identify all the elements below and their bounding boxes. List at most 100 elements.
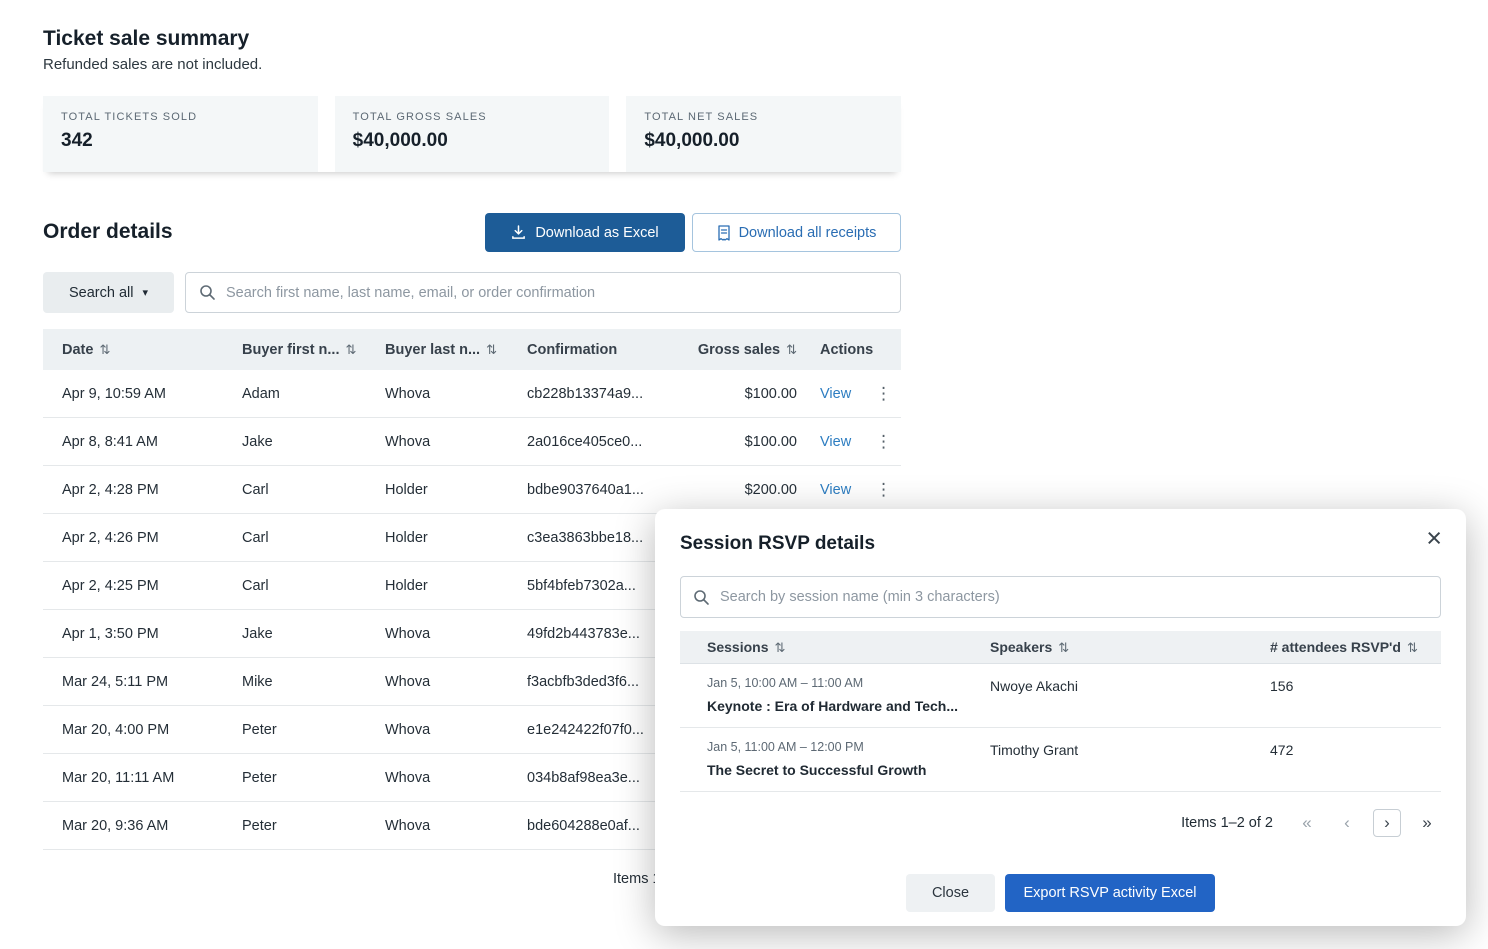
confirmation-code: 5bf4bfeb7302a...	[508, 578, 677, 594]
order-date: Apr 2, 4:25 PM	[43, 578, 223, 594]
order-date: Apr 2, 4:26 PM	[43, 530, 223, 546]
column-header-buyer-last: Buyer last n...⇅	[366, 342, 508, 358]
confirmation-code: f3acbfb3ded3f6...	[508, 674, 677, 690]
sessions-table: Sessions⇅ Speakers⇅ # attendees RSVP'd⇅ …	[680, 631, 1441, 792]
view-link[interactable]: View	[820, 434, 851, 450]
card-label: TOTAL NET SALES	[644, 111, 883, 123]
view-link[interactable]: View	[820, 482, 851, 498]
sort-icon[interactable]: ⇅	[1058, 640, 1069, 655]
buyer-first-name: Peter	[223, 770, 366, 786]
download-receipts-label: Download all receipts	[739, 225, 877, 241]
sort-icon[interactable]: ⇅	[774, 640, 785, 655]
table-row: Apr 2, 4:28 PM Carl Holder bdbe9037640a1…	[43, 466, 901, 514]
kebab-menu-icon[interactable]: ⋮	[875, 432, 892, 452]
order-date: Apr 9, 10:59 AM	[43, 386, 223, 402]
buyer-last-name: Holder	[366, 578, 508, 594]
column-header-speakers: Speakers⇅	[963, 639, 1241, 656]
buyer-first-name: Carl	[223, 578, 366, 594]
confirmation-code: 2a016ce405ce0...	[508, 434, 677, 450]
column-header-sessions: Sessions⇅	[680, 639, 963, 656]
buyer-first-name: Jake	[223, 434, 366, 450]
receipt-icon	[717, 225, 731, 241]
gross-sales-value: $200.00	[677, 482, 805, 498]
sessions-table-header: Sessions⇅ Speakers⇅ # attendees RSVP'd⇅	[680, 631, 1441, 664]
download-icon	[511, 225, 526, 240]
view-link[interactable]: View	[820, 386, 851, 402]
session-row: Jan 5, 10:00 AM – 11:00 AM Keynote : Era…	[680, 664, 1441, 728]
buyer-last-name: Holder	[366, 530, 508, 546]
kebab-menu-icon[interactable]: ⋮	[875, 384, 892, 404]
buyer-first-name: Jake	[223, 626, 366, 642]
export-rsvp-button[interactable]: Export RSVP activity Excel	[1005, 874, 1215, 912]
search-icon	[693, 589, 710, 606]
session-speaker: Nwoye Akachi	[963, 676, 1241, 714]
previous-page-icon[interactable]: ‹	[1333, 809, 1361, 837]
page-title: Ticket sale summary	[43, 27, 249, 51]
session-attendees: 156	[1241, 676, 1440, 714]
gross-sales-value: $100.00	[677, 386, 805, 402]
buyer-first-name: Adam	[223, 386, 366, 402]
download-excel-label: Download as Excel	[535, 225, 658, 241]
last-page-icon[interactable]: »	[1413, 809, 1441, 837]
buyer-first-name: Carl	[223, 530, 366, 546]
orders-items-count: Items 1	[613, 871, 661, 887]
buyer-last-name: Whova	[366, 818, 508, 834]
modal-pagination: Items 1–2 of 2 « ‹ › »	[680, 809, 1441, 837]
order-date: Apr 8, 8:41 AM	[43, 434, 223, 450]
search-icon	[199, 284, 216, 301]
search-filter-dropdown[interactable]: Search all ▾	[43, 272, 174, 313]
page-subtitle: Refunded sales are not included.	[43, 56, 262, 73]
summary-cards: TOTAL TICKETS SOLD 342 TOTAL GROSS SALES…	[43, 96, 901, 172]
column-header-date: Date⇅	[43, 342, 223, 358]
session-search-input[interactable]	[720, 589, 1428, 605]
modal-title: Session RSVP details	[680, 533, 1441, 555]
session-rsvp-modal: Session RSVP details × Sessions⇅ Speaker…	[655, 509, 1466, 926]
orders-table-header: Date⇅ Buyer first n...⇅ Buyer last n...⇅…	[43, 329, 901, 370]
session-attendees: 472	[1241, 740, 1440, 778]
buyer-first-name: Peter	[223, 818, 366, 834]
session-speaker: Timothy Grant	[963, 740, 1241, 778]
sort-icon[interactable]: ⇅	[1407, 640, 1418, 655]
buyer-last-name: Whova	[366, 626, 508, 642]
close-icon[interactable]: ×	[1426, 525, 1442, 552]
session-name: The Secret to Successful Growth	[707, 762, 963, 778]
sort-icon[interactable]: ⇅	[99, 342, 110, 357]
card-value: $40,000.00	[353, 130, 592, 152]
order-date: Mar 20, 11:11 AM	[43, 770, 223, 786]
order-details-title: Order details	[43, 220, 173, 244]
sort-icon[interactable]: ⇅	[346, 342, 357, 357]
buyer-first-name: Mike	[223, 674, 366, 690]
ticket-sales-page: Ticket sale summary Refunded sales are n…	[0, 0, 1488, 949]
buyer-last-name: Whova	[366, 386, 508, 402]
next-page-icon[interactable]: ›	[1373, 809, 1401, 837]
download-excel-button[interactable]: Download as Excel	[485, 213, 685, 252]
order-date: Mar 20, 4:00 PM	[43, 722, 223, 738]
buyer-last-name: Whova	[366, 722, 508, 738]
gross-sales-value: $100.00	[677, 434, 805, 450]
confirmation-code: 034b8af98ea3e...	[508, 770, 677, 786]
download-receipts-button[interactable]: Download all receipts	[692, 213, 901, 252]
kebab-menu-icon[interactable]: ⋮	[875, 480, 892, 500]
first-page-icon[interactable]: «	[1293, 809, 1321, 837]
session-time: Jan 5, 10:00 AM – 11:00 AM	[707, 676, 963, 690]
session-time: Jan 5, 11:00 AM – 12:00 PM	[707, 740, 963, 754]
order-search-box	[185, 272, 901, 313]
sort-icon[interactable]: ⇅	[786, 342, 797, 358]
card-net-sales: TOTAL NET SALES $40,000.00	[626, 96, 901, 172]
card-label: TOTAL GROSS SALES	[353, 111, 592, 123]
card-gross-sales: TOTAL GROSS SALES $40,000.00	[335, 96, 610, 172]
card-value: $40,000.00	[644, 130, 883, 152]
buyer-first-name: Carl	[223, 482, 366, 498]
confirmation-code: c3ea3863bbe18...	[508, 530, 677, 546]
confirmation-code: 49fd2b443783e...	[508, 626, 677, 642]
modal-footer: Close Export RSVP activity Excel	[655, 874, 1466, 912]
buyer-last-name: Whova	[366, 434, 508, 450]
close-button[interactable]: Close	[906, 874, 995, 912]
order-search-input[interactable]	[226, 285, 887, 301]
order-date: Mar 24, 5:11 PM	[43, 674, 223, 690]
buyer-last-name: Whova	[366, 770, 508, 786]
buyer-last-name: Holder	[366, 482, 508, 498]
confirmation-code: e1e242422f07f0...	[508, 722, 677, 738]
buyer-last-name: Whova	[366, 674, 508, 690]
sort-icon[interactable]: ⇅	[486, 342, 497, 357]
